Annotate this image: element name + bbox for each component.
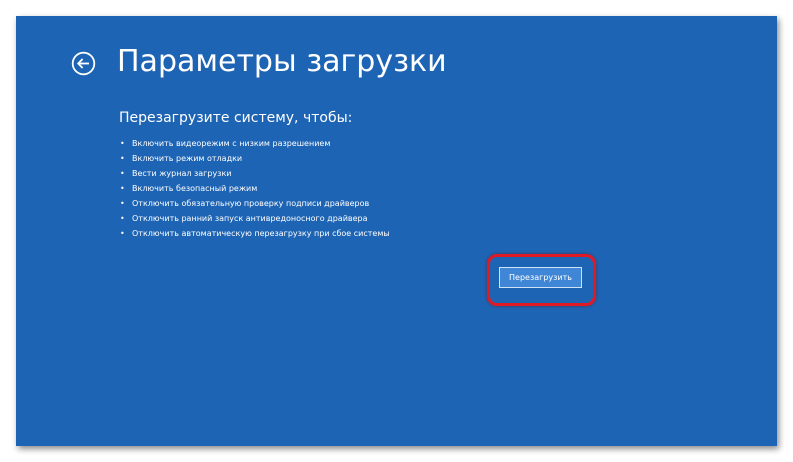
option-low-resolution-video: • Включить видеорежим с низким разрешение… [120, 136, 390, 151]
option-label: Вести журнал загрузки [132, 169, 232, 178]
startup-options-list: • Включить видеорежим с низким разрешение… [120, 136, 390, 241]
bullet: • [120, 139, 125, 148]
restart-subtitle: Перезагрузите систему, чтобы: [119, 110, 353, 126]
page-title: Параметры загрузки [117, 44, 447, 79]
option-safe-mode: • Включить безопасный режим [120, 181, 390, 196]
option-disable-early-launch-antimalware: • Отключить ранний запуск антивредоносног… [120, 211, 390, 226]
option-label: Включить безопасный режим [132, 184, 258, 193]
option-disable-auto-restart: • Отключить автоматическую перезагрузку п… [120, 226, 390, 241]
back-button[interactable] [71, 51, 96, 76]
bullet: • [120, 229, 125, 238]
bullet: • [120, 169, 125, 178]
arrow-left-circle-icon [71, 51, 96, 76]
option-label: Включить режим отладки [132, 154, 243, 163]
bullet: • [120, 199, 125, 208]
option-disable-driver-signature: • Отключить обязательную проверку подписи… [120, 196, 390, 211]
option-label: Включить видеорежим с низким разрешением [132, 139, 331, 148]
bullet: • [120, 154, 125, 163]
restart-button[interactable]: Перезагрузить [499, 267, 582, 288]
option-label: Отключить обязательную проверку подписи … [132, 199, 370, 208]
option-label: Отключить автоматическую перезагрузку пр… [132, 229, 390, 238]
bullet: • [120, 214, 125, 223]
bullet: • [120, 184, 125, 193]
option-debugging-mode: • Включить режим отладки [120, 151, 390, 166]
option-boot-logging: • Вести журнал загрузки [120, 166, 390, 181]
option-label: Отключить ранний запуск антивредоносного… [132, 214, 368, 223]
startup-settings-screen: Параметры загрузки Перезагрузите систему… [16, 16, 777, 446]
